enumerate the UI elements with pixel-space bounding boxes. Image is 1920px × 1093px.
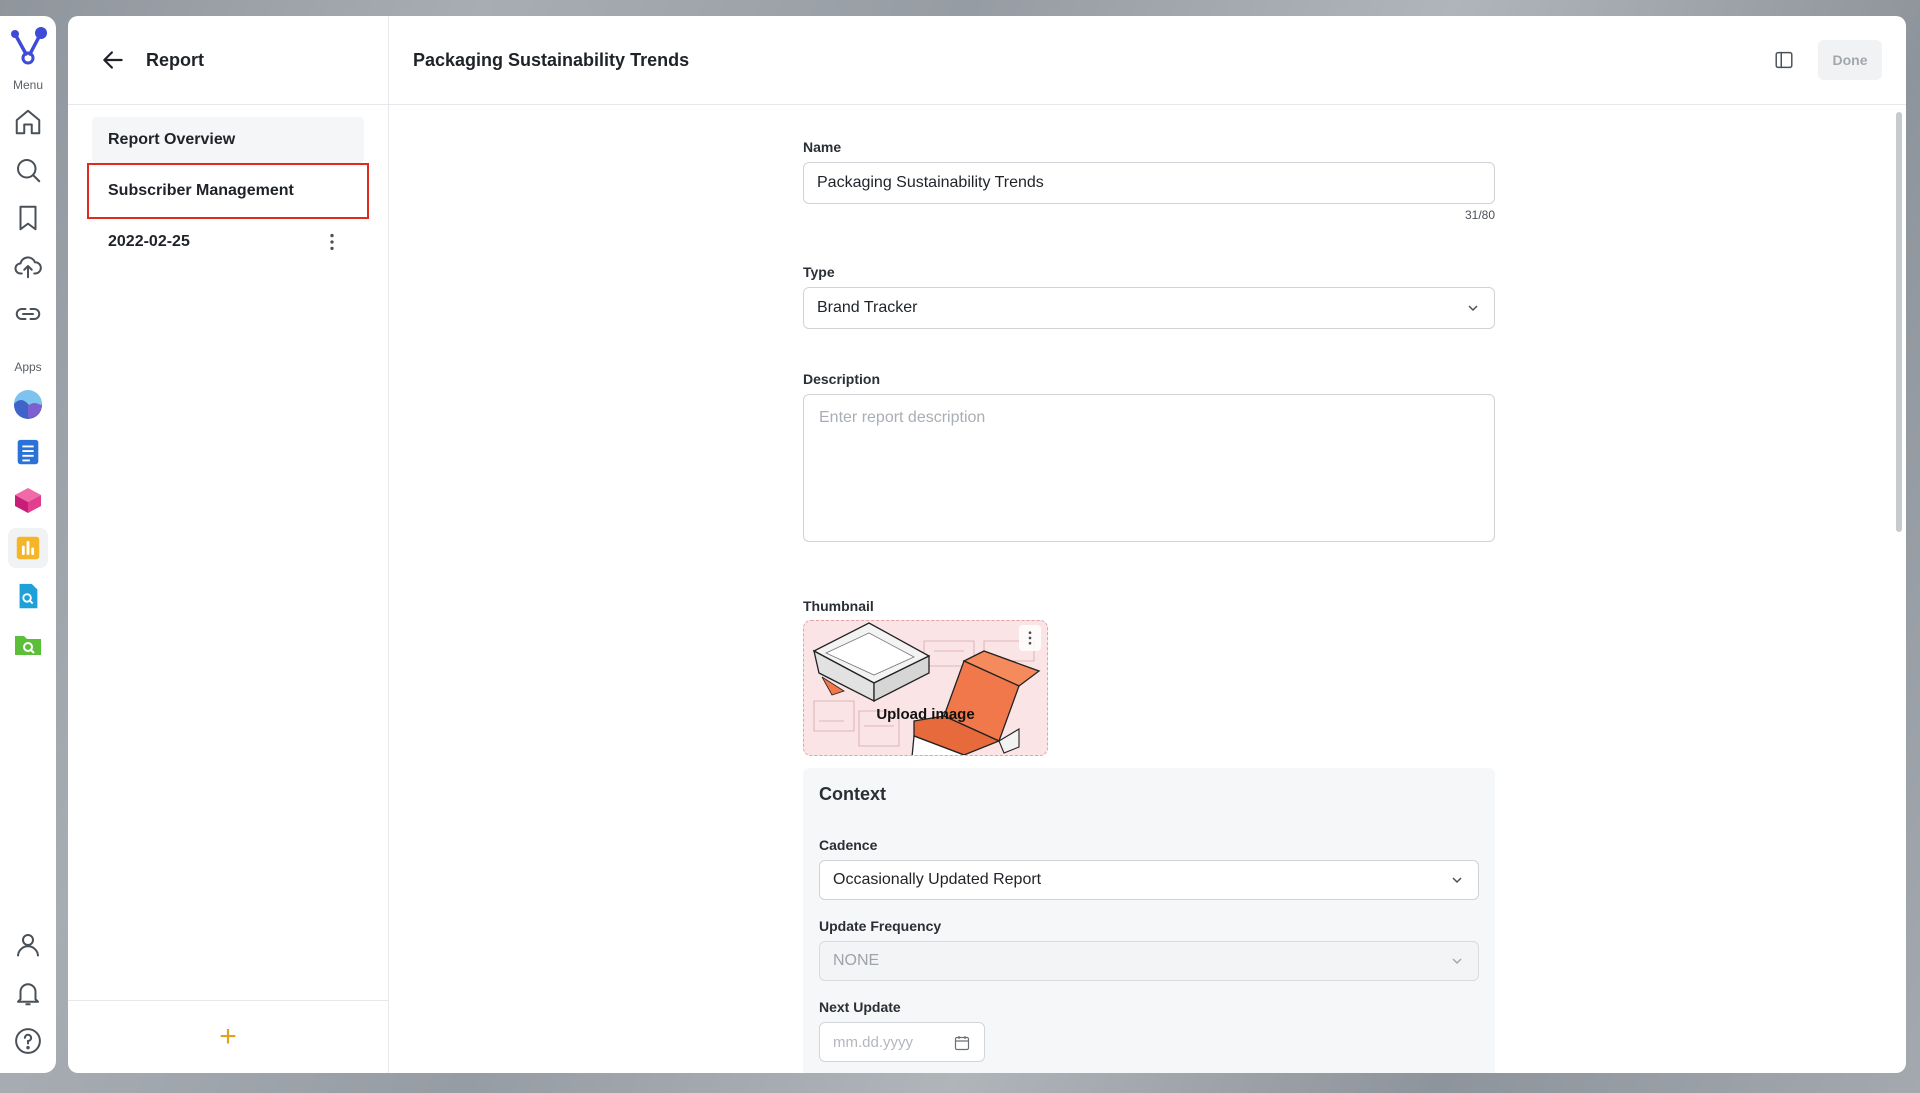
chevron-down-icon: [1452, 877, 1462, 884]
nav-item-date-version[interactable]: 2022-02-25: [92, 219, 364, 265]
type-label: Type: [803, 264, 835, 280]
update-frequency-label: Update Frequency: [819, 918, 942, 934]
app-rail: Menu Apps: [0, 16, 56, 1073]
update-frequency-select[interactable]: NONE: [819, 941, 1479, 981]
apps-label: Apps: [14, 360, 42, 374]
next-update-placeholder: mm.dd.yyyy: [833, 1033, 914, 1051]
thumbnail-upload-area[interactable]: Upload image: [803, 620, 1048, 756]
cadence-value: Occasionally Updated Report: [833, 871, 1042, 888]
sidebar-header: Report: [68, 16, 388, 105]
more-options-icon[interactable]: [320, 230, 344, 254]
add-section-button[interactable]: +: [208, 1017, 248, 1057]
cadence-select[interactable]: Occasionally Updated Report: [819, 860, 1479, 900]
scrollbar[interactable]: [1896, 112, 1902, 532]
upload-image-label: Upload image: [876, 706, 975, 723]
type-value: Brand Tracker: [817, 299, 918, 316]
next-update-date-input[interactable]: mm.dd.yyyy: [819, 1022, 985, 1062]
description-label: Description: [803, 371, 881, 387]
description-textarea[interactable]: Enter report description: [803, 394, 1495, 542]
help-icon[interactable]: [8, 1021, 48, 1061]
document-app-icon[interactable]: [8, 432, 48, 472]
thumbnail-label: Thumbnail: [803, 598, 874, 614]
nav-item-report-overview[interactable]: Report Overview: [92, 117, 364, 163]
brand-logo-icon[interactable]: [6, 24, 50, 68]
sidebar-toggle-icon[interactable]: [1770, 46, 1798, 74]
chevron-down-icon: [1452, 958, 1462, 965]
name-char-counter: 31/80: [1464, 208, 1495, 222]
description-placeholder: Enter report description: [819, 409, 986, 426]
chevron-down-icon: [1468, 305, 1478, 312]
search-icon[interactable]: [8, 150, 48, 190]
thumbnail-options-icon[interactable]: [1019, 625, 1041, 651]
name-input[interactable]: Packaging Sustainability Trends: [803, 162, 1495, 204]
folder-search-app-icon[interactable]: [8, 624, 48, 664]
page-header: Packaging Sustainability Trends Done: [389, 16, 1906, 105]
menu-label: Menu: [12, 78, 44, 92]
link-icon[interactable]: [8, 294, 48, 334]
nav-item-subscriber-management[interactable]: Subscriber Management: [87, 163, 369, 219]
bar-chart-app-icon[interactable]: [8, 528, 48, 568]
name-label: Name: [803, 139, 842, 155]
done-button[interactable]: Done: [1818, 40, 1882, 80]
back-arrow-icon[interactable]: [98, 45, 128, 75]
context-title: Context: [819, 784, 886, 804]
home-icon[interactable]: [8, 102, 48, 142]
wave-app-icon[interactable]: [8, 384, 48, 424]
update-frequency-value: NONE: [833, 952, 880, 969]
report-form: Name Packaging Sustainability Trends 31/…: [803, 105, 1495, 1073]
context-section: Context Cadence Occasionally Updated Rep…: [803, 768, 1495, 1073]
next-update-label: Next Update: [819, 999, 901, 1015]
page-title: Packaging Sustainability Trends: [413, 49, 690, 70]
sidebar-title: Report: [146, 49, 204, 70]
nav-item-label: Subscriber Management: [108, 182, 294, 199]
report-content: Packaging Sustainability Trends Done Nam…: [389, 16, 1906, 1073]
nav-item-label: 2022-02-25: [108, 233, 190, 250]
bookmark-icon[interactable]: [8, 198, 48, 238]
user-icon[interactable]: [8, 925, 48, 965]
nav-item-label: Report Overview: [108, 131, 236, 148]
sidebar-footer: +: [68, 1000, 388, 1073]
packaging-boxes-image: [812, 622, 1041, 755]
name-value: Packaging Sustainability Trends: [817, 174, 1044, 191]
bell-icon[interactable]: [8, 973, 48, 1013]
type-select[interactable]: Brand Tracker: [803, 287, 1495, 329]
cadence-label: Cadence: [819, 837, 878, 853]
calendar-icon[interactable]: [954, 1035, 970, 1051]
file-search-app-icon[interactable]: [8, 576, 48, 616]
upload-cloud-icon[interactable]: [8, 246, 48, 286]
report-nav-list: Report Overview Subscriber Management 20…: [68, 105, 388, 265]
report-sidebar: Report Report Overview Subscriber Manage…: [68, 16, 389, 1073]
cube-app-icon[interactable]: [8, 480, 48, 520]
main-panel: Report Report Overview Subscriber Manage…: [68, 16, 1906, 1073]
